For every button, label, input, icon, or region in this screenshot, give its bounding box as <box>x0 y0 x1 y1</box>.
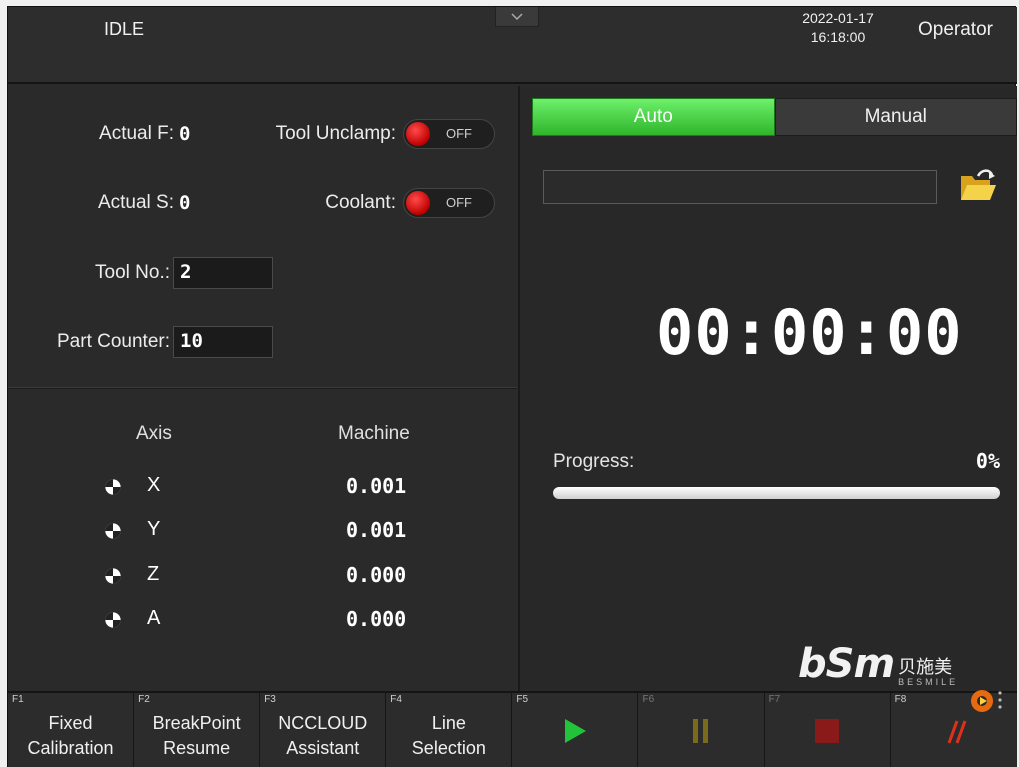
program-file-input[interactable] <box>543 170 937 204</box>
axis-name-a: A <box>147 607 161 629</box>
axis-home-icon <box>105 612 121 628</box>
fkey-number: F3 <box>264 694 276 705</box>
fkey-number: F2 <box>138 694 150 705</box>
fkey-label: BreakPoint Resume <box>134 711 259 761</box>
actual-s-value: 0 <box>179 192 191 214</box>
date-text: 2022-01-17 <box>802 10 874 26</box>
fkey-number: F7 <box>768 694 781 705</box>
datetime: 2022-01-17 16:18:00 <box>798 9 878 47</box>
axis-home-icon <box>105 568 121 584</box>
part-counter-field[interactable]: 10 <box>173 326 273 358</box>
assistant-widget[interactable] <box>966 683 1010 721</box>
play-icon <box>564 719 586 743</box>
actual-f-label: Actual F: <box>99 123 174 144</box>
gear-icon <box>971 690 1002 712</box>
coolant-toggle[interactable]: OFF <box>403 188 495 218</box>
f5-start-button[interactable]: F5 <box>512 693 639 767</box>
axis-header: Axis <box>136 423 172 444</box>
toggle-knob <box>406 191 430 215</box>
fkey-label-line2: Resume <box>163 738 231 758</box>
progress-label: Progress: <box>553 451 635 472</box>
toggle-knob <box>406 122 430 146</box>
run-timer: 00:00:00 <box>656 296 963 369</box>
toggle-state: OFF <box>446 195 472 210</box>
time-text: 16:18:00 <box>810 29 866 45</box>
logo-main: bSm <box>798 641 895 687</box>
stop-icon <box>815 719 840 743</box>
fkey-number: F5 <box>516 694 529 705</box>
fkey-label-line2: Calibration <box>27 738 114 758</box>
function-key-bar: F1 Fixed Calibration F2 BreakPoint Resume … <box>8 691 1017 767</box>
fkey-label-line2: Assistant <box>286 738 360 758</box>
axis-name-y: Y <box>147 518 161 540</box>
skip-lines-icon <box>947 720 967 744</box>
pause-icon <box>693 719 709 743</box>
logo-text-block: 贝施美 BESMILE <box>894 657 958 687</box>
f2-button[interactable]: F2 BreakPoint Resume <box>134 693 261 767</box>
fkey-label-line1: Fixed <box>48 713 93 733</box>
fkey-label-line1: BreakPoint <box>152 713 241 733</box>
progress-bar <box>553 487 1000 499</box>
tool-unclamp-toggle[interactable]: OFF <box>403 119 495 149</box>
fkey-label: Fixed Calibration <box>8 711 133 761</box>
fkey-number: F6 <box>642 694 655 705</box>
progress-percent: 0% <box>975 449 1000 473</box>
axis-value-z: 0.000 <box>346 563 407 587</box>
tool-no-label: Tool No.: <box>95 262 170 283</box>
section-divider <box>8 387 517 389</box>
logo-cn: 贝施美 <box>898 657 953 677</box>
f7-stop-button[interactable]: F7 <box>764 693 891 767</box>
fkey-number: F1 <box>12 694 24 705</box>
f1-button[interactable]: F1 Fixed Calibration <box>8 693 135 767</box>
actual-s-label: Actual S: <box>97 192 174 213</box>
top-bar: IDLE 2022-01-17 16:18:00 Operator <box>8 7 1017 84</box>
user-role[interactable]: Operator <box>918 19 993 41</box>
fkey-label-line1: NCCLOUD <box>278 713 368 733</box>
axis-value-a: 0.000 <box>346 607 407 631</box>
brand-logo: bSm 贝施美 BESMILE <box>798 641 958 687</box>
f3-button[interactable]: F3 NCCLOUD Assistant <box>260 693 387 767</box>
mode-tabs: Auto Manual <box>532 98 1017 136</box>
axis-home-icon <box>105 479 121 495</box>
f6-pause-button[interactable]: F6 <box>638 693 765 767</box>
chevron-down-icon <box>511 12 523 20</box>
axis-value-y: 0.001 <box>346 518 407 542</box>
machine-header: Machine <box>338 423 410 444</box>
fkey-number: F4 <box>390 694 402 705</box>
fkey-label-line2: Selection <box>411 738 486 758</box>
fkey-icon-wrap <box>512 717 637 745</box>
coolant-label: Coolant: <box>325 192 396 213</box>
fkey-label: Line Selection <box>386 711 511 761</box>
fkey-number: F8 <box>894 694 907 705</box>
axis-name-z: Z <box>147 563 160 585</box>
axis-value-x: 0.001 <box>346 474 407 498</box>
fkey-icon-wrap <box>638 717 763 745</box>
axis-home-icon <box>105 523 121 539</box>
tool-unclamp-label: Tool Unclamp: <box>275 123 396 144</box>
status-panel: Actual F: 0 Tool Unclamp: OFF Actual S: … <box>8 86 517 691</box>
fkey-icon-wrap <box>765 717 890 745</box>
cnc-screen: IDLE 2022-01-17 16:18:00 Operator Actual… <box>7 6 1017 767</box>
program-panel: Auto Manual 00:00:00 Progress: 0% bSm 贝施… <box>518 86 1017 691</box>
axis-name-x: X <box>147 474 161 496</box>
dropdown-toggle[interactable] <box>495 7 539 27</box>
actual-f-value: 0 <box>179 123 191 145</box>
fkey-label-line1: Line <box>431 713 466 733</box>
tab-auto[interactable]: Auto <box>532 98 775 136</box>
part-counter-label: Part Counter: <box>57 331 170 352</box>
machine-status: IDLE <box>104 19 145 39</box>
folder-open-icon <box>961 169 996 200</box>
tool-no-field[interactable]: 2 <box>173 257 273 289</box>
open-file-button[interactable] <box>958 166 998 211</box>
fkey-icon-wrap <box>891 717 1017 745</box>
tab-manual[interactable]: Manual <box>774 98 1017 136</box>
toggle-state: OFF <box>446 126 472 141</box>
f4-button[interactable]: F4 Line Selection <box>386 693 513 767</box>
fkey-label: NCCLOUD Assistant <box>260 711 385 761</box>
logo-en: BESMILE <box>898 677 959 687</box>
